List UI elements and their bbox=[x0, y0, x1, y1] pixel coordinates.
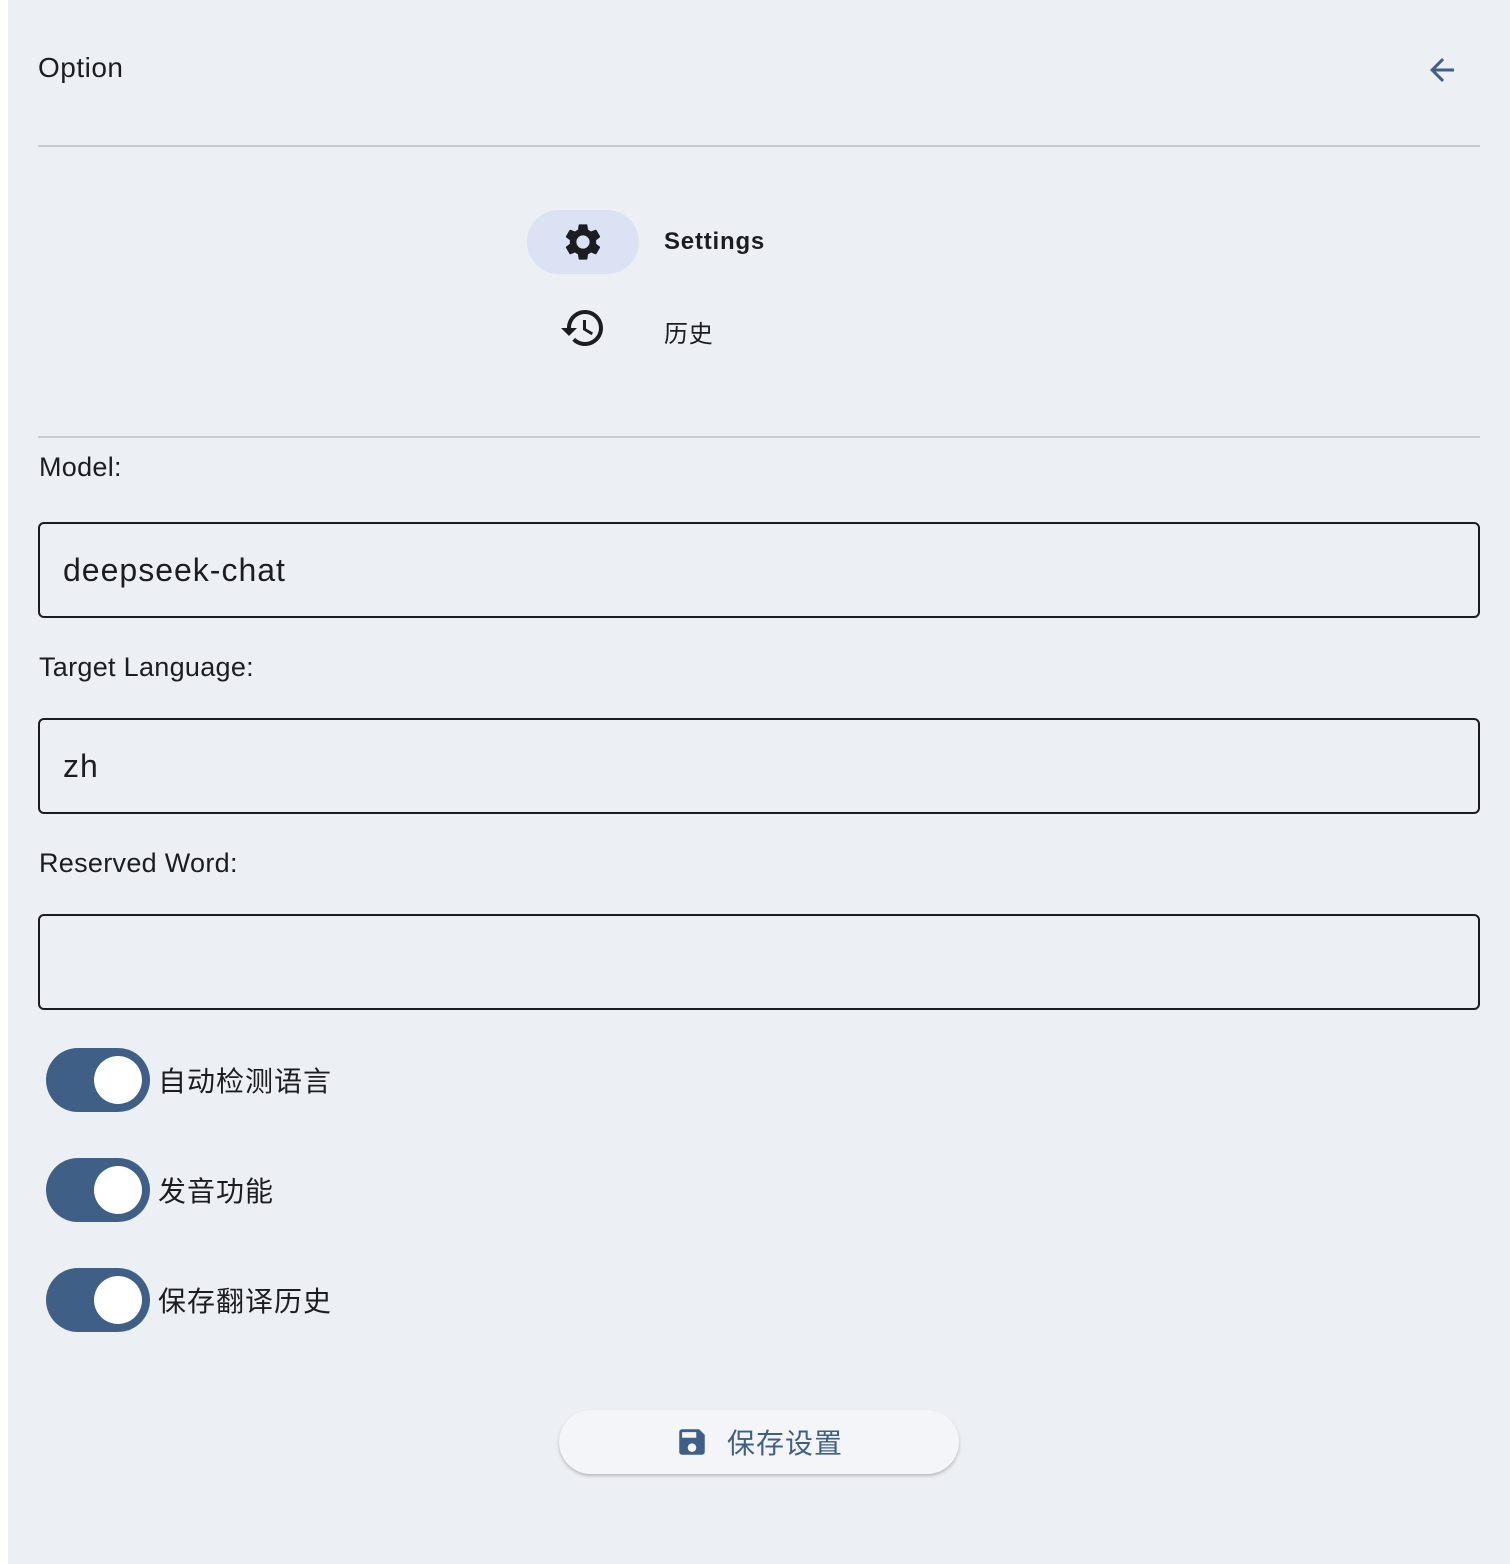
nav-label-settings: Settings bbox=[664, 228, 766, 255]
save-history-label: 保存翻译历史 bbox=[158, 1286, 333, 1317]
toggle-knob bbox=[94, 1056, 142, 1104]
nav-label-history: 历史 bbox=[664, 321, 714, 348]
save-settings-label: 保存设置 bbox=[726, 1428, 843, 1459]
target-language-label: Target Language: bbox=[39, 652, 254, 682]
app-window: Option Settings 历史 Model: deepseek-chat … bbox=[8, 0, 1510, 1564]
model-label: Model: bbox=[39, 452, 122, 482]
header: Option bbox=[38, 0, 1480, 146]
target-language-input[interactable] bbox=[38, 718, 1480, 814]
arrow-back-icon bbox=[1430, 58, 1454, 82]
back-button[interactable] bbox=[1416, 44, 1468, 96]
header-divider bbox=[38, 145, 1480, 147]
pronunciation-toggle[interactable] bbox=[46, 1158, 150, 1222]
pronunciation-label: 发音功能 bbox=[158, 1176, 275, 1207]
save-history-toggle[interactable] bbox=[46, 1268, 150, 1332]
save-settings-button[interactable]: 保存设置 bbox=[559, 1410, 959, 1474]
toggle-knob bbox=[94, 1276, 142, 1324]
nav-item-settings[interactable]: Settings bbox=[527, 210, 927, 274]
nav-icon-container bbox=[527, 296, 639, 360]
settings-form: Model: Target Language: Reserved Word: 自… bbox=[38, 440, 1482, 1564]
gear-icon bbox=[565, 224, 601, 260]
nav-icon-container bbox=[527, 210, 639, 274]
nav-divider bbox=[38, 436, 1480, 438]
auto-detect-toggle[interactable] bbox=[46, 1048, 150, 1112]
toggle-row-pronunciation: 发音功能 bbox=[46, 1158, 274, 1222]
toggle-knob bbox=[94, 1166, 142, 1214]
auto-detect-label: 自动检测语言 bbox=[158, 1066, 333, 1097]
toggle-row-save-history: 保存翻译历史 bbox=[46, 1268, 332, 1332]
reserved-word-input[interactable] bbox=[38, 914, 1480, 1010]
model-input[interactable] bbox=[38, 522, 1480, 618]
history-icon bbox=[561, 310, 603, 346]
toggle-row-auto-detect: 自动检测语言 bbox=[46, 1048, 332, 1112]
page-title: Option bbox=[38, 52, 124, 83]
nav-item-history[interactable]: 历史 bbox=[527, 296, 927, 360]
save-icon bbox=[679, 1429, 705, 1455]
reserved-word-label: Reserved Word: bbox=[39, 848, 238, 878]
nav-menu: Settings 历史 bbox=[527, 210, 927, 382]
